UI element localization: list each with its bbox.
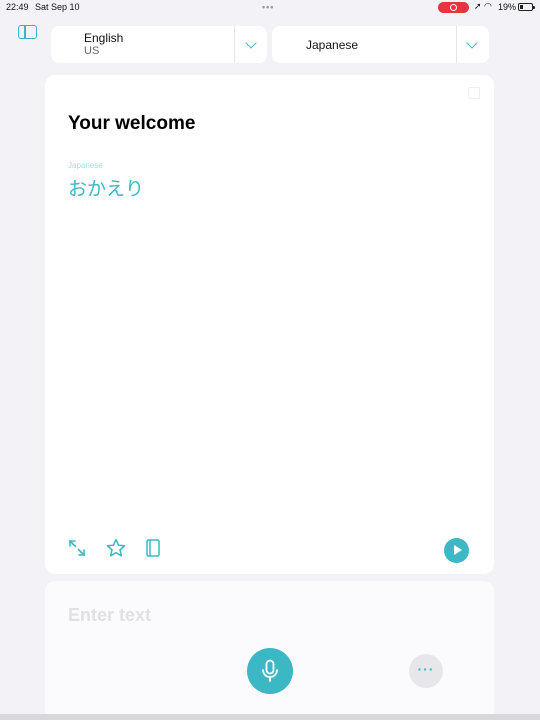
- source-language-region: US: [84, 45, 100, 57]
- translation-language-label: Japanese: [68, 161, 103, 170]
- battery-icon: [518, 3, 535, 11]
- target-language-picker[interactable]: Japanese: [272, 26, 489, 63]
- card-corner-icon: [468, 87, 480, 99]
- card-actions: [45, 529, 494, 574]
- translated-text: おかえり: [68, 179, 145, 200]
- microphone-button[interactable]: [247, 648, 293, 694]
- status-time: 22:49: [6, 2, 29, 12]
- book-icon[interactable]: [142, 537, 164, 559]
- wifi-icon: ◠: [484, 1, 492, 11]
- picker-divider: [234, 26, 235, 63]
- screen-recording-icon: [438, 2, 469, 13]
- source-text: Your welcome: [68, 113, 196, 134]
- sidebar-icon[interactable]: [18, 25, 37, 39]
- star-icon[interactable]: [105, 537, 127, 559]
- home-indicator-bar: [0, 714, 540, 720]
- expand-icon[interactable]: [66, 537, 88, 559]
- source-language-picker[interactable]: English US: [51, 26, 267, 63]
- chevron-down-icon[interactable]: [245, 37, 257, 49]
- play-icon[interactable]: [444, 538, 469, 563]
- multitasking-dots-icon[interactable]: •••: [262, 2, 274, 12]
- target-language-name: Japanese: [306, 38, 359, 52]
- battery-percent: 19%: [498, 2, 517, 12]
- translation-card: Your welcome Japanese おかえり: [45, 75, 494, 574]
- microphone-icon: [262, 659, 278, 682]
- more-icon[interactable]: ···: [409, 654, 443, 688]
- text-input[interactable]: Enter text: [68, 605, 151, 626]
- status-bar: 22:49 Sat Sep 10 ••• ➚ ◠ 19%: [0, 0, 540, 16]
- source-language-name: English: [84, 31, 124, 45]
- picker-divider: [456, 26, 457, 63]
- input-card: Enter text ···: [45, 581, 494, 720]
- chevron-down-icon[interactable]: [466, 37, 478, 49]
- status-date: Sat Sep 10: [35, 2, 80, 12]
- location-icon: ➚: [474, 1, 482, 11]
